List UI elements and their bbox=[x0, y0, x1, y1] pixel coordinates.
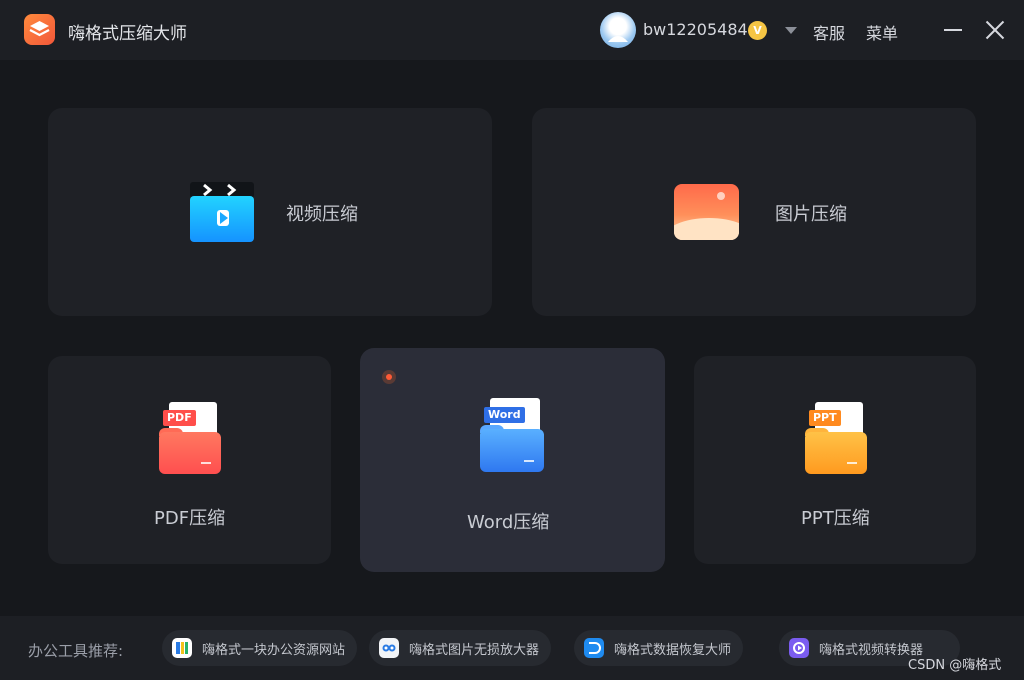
pdf-compress-card[interactable]: PDF PDF压缩 bbox=[48, 356, 331, 564]
close-icon[interactable] bbox=[985, 20, 1005, 40]
ppt-file-icon: PPT bbox=[805, 402, 867, 474]
image-compress-card[interactable]: 图片压缩 bbox=[532, 108, 976, 316]
vip-badge-icon: V bbox=[748, 21, 767, 40]
ppt-compress-label: PPT压缩 bbox=[801, 508, 870, 529]
footer-bar: 办公工具推荐: 嗨格式一块办公资源网站 嗨格式图片无损放大器 嗨格式数据恢复大师… bbox=[0, 616, 1024, 680]
csdn-watermark: CSDN @嗨格式 bbox=[908, 658, 1002, 673]
menu-button[interactable]: 菜单 bbox=[866, 20, 898, 44]
pdf-tag: PDF bbox=[163, 410, 196, 426]
recommend-office-resource[interactable]: 嗨格式一块办公资源网站 bbox=[162, 630, 358, 666]
footer-recommend-label: 办公工具推荐: bbox=[28, 642, 124, 660]
pdf-file-icon: PDF bbox=[159, 402, 221, 474]
image-picture-icon bbox=[674, 184, 739, 240]
ppt-tag: PPT bbox=[809, 410, 841, 426]
ppt-compress-card[interactable]: PPT PPT压缩 bbox=[694, 356, 976, 564]
status-dot-icon bbox=[382, 370, 396, 384]
recommend-data-recovery[interactable]: 嗨格式数据恢复大师 bbox=[574, 630, 744, 666]
video-compress-label: 视频压缩 bbox=[286, 204, 358, 225]
recommend-text: 嗨格式数据恢复大师 bbox=[614, 642, 732, 658]
chevron-down-icon[interactable] bbox=[785, 27, 797, 34]
app-logo-icon bbox=[24, 14, 55, 45]
image-enlarger-icon bbox=[379, 638, 399, 658]
word-file-icon: Word bbox=[480, 398, 544, 472]
office-resource-icon bbox=[172, 638, 192, 658]
customer-service-button[interactable]: 客服 bbox=[813, 20, 845, 44]
video-compress-card[interactable]: 视频压缩 bbox=[48, 108, 492, 316]
recommend-text: 嗨格式一块办公资源网站 bbox=[202, 642, 346, 658]
recommend-image-enlarger[interactable]: 嗨格式图片无损放大器 bbox=[369, 630, 552, 666]
app-title: 嗨格式压缩大师 bbox=[68, 24, 187, 44]
image-compress-label: 图片压缩 bbox=[775, 204, 847, 225]
recommend-text: 嗨格式图片无损放大器 bbox=[409, 642, 540, 658]
username[interactable]: bw12205484 bbox=[643, 20, 748, 39]
video-converter-icon bbox=[789, 638, 809, 658]
word-compress-label: Word压缩 bbox=[467, 512, 550, 533]
pdf-compress-label: PDF压缩 bbox=[154, 508, 226, 529]
word-compress-card[interactable]: Word Word压缩 bbox=[360, 348, 665, 572]
data-recovery-icon bbox=[584, 638, 604, 658]
user-avatar[interactable] bbox=[600, 12, 636, 48]
title-bar: 嗨格式压缩大师 bw12205484 V 客服 菜单 bbox=[0, 0, 1024, 60]
word-tag: Word bbox=[484, 407, 525, 423]
video-clapper-icon bbox=[190, 182, 254, 242]
minimize-icon[interactable] bbox=[944, 29, 962, 31]
